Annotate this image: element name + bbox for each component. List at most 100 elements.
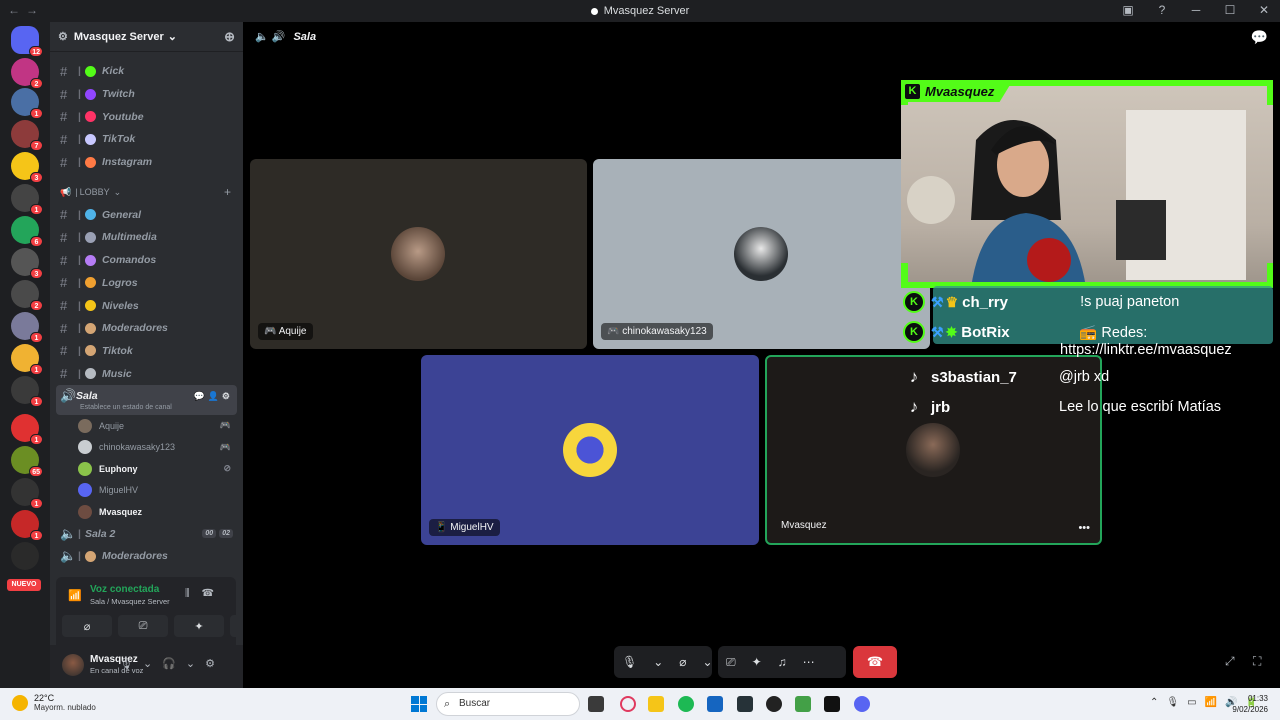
screen-share-icon[interactable]: ⎚ xyxy=(718,655,744,670)
server-icon[interactable]: 1 xyxy=(11,478,43,509)
help-icon[interactable]: ? xyxy=(1154,3,1170,17)
chat-message: ♪ jrb Lee lo que escribí Matías xyxy=(903,393,1221,421)
text-channel-niveles[interactable]: # | Niveles xyxy=(50,294,243,317)
video-tile-chinokawasaky123[interactable]: 🎮 chinokawasaky123 xyxy=(593,159,930,349)
app-icon[interactable] xyxy=(795,696,811,712)
signal-icon[interactable]: 📶 xyxy=(68,589,82,602)
server-icon[interactable]: 1 xyxy=(11,312,43,343)
video-tile-aquije[interactable]: 🎮 Aquije xyxy=(250,159,587,349)
server-icon[interactable]: 3 xyxy=(11,248,43,279)
voice-channel-sala-2[interactable]: 🔈 | Sala 2 00 02 xyxy=(50,522,243,545)
notification-badge: 1 xyxy=(30,434,43,445)
discord-icon[interactable] xyxy=(854,696,870,712)
clock[interactable]: 01:33 9/02/2026 xyxy=(1224,693,1268,715)
server-icon[interactable]: 1 xyxy=(11,344,43,375)
server-icon[interactable]: 1 xyxy=(11,88,43,119)
channel-actions[interactable]: 💬👤⚙ xyxy=(194,391,233,402)
camera-off-button[interactable]: ⌀ xyxy=(62,615,112,637)
notification-badge: 2 xyxy=(30,78,43,89)
server-icon[interactable]: 1 xyxy=(11,376,43,407)
chevron-down-icon[interactable]: ⌄ xyxy=(695,655,721,669)
activities-icon[interactable]: ✦ xyxy=(744,655,770,669)
minimize-button[interactable]: ─ xyxy=(1188,3,1204,17)
voice-connected-subtitle[interactable]: Sala / Mvasquez Server xyxy=(90,597,170,606)
opera-icon[interactable] xyxy=(620,696,636,712)
notification-badge: 7 xyxy=(30,140,43,151)
video-tile-miguelhv[interactable]: 📱 MiguelHV xyxy=(421,355,759,545)
server-icon[interactable]: 2 xyxy=(11,280,43,311)
tiktok-live-icon[interactable] xyxy=(824,696,840,712)
text-channel-logros[interactable]: # | Logros xyxy=(50,272,243,295)
server-icon[interactable] xyxy=(11,542,39,570)
screen-share-button[interactable]: ⎚ xyxy=(118,615,168,637)
server-icon[interactable]: 3 xyxy=(11,152,43,183)
user-controls[interactable]: 🎙⌄🎧⌄⚙ xyxy=(119,657,225,670)
soundboard-icon[interactable]: ♫ xyxy=(770,655,795,669)
notification-badge: 65 xyxy=(29,466,43,477)
streamer-tag: K Mvaasquez xyxy=(901,80,1013,102)
activity-controls: ⎚ ✦ ♫ ⋯ xyxy=(718,646,846,678)
text-channel-general[interactable]: # | General xyxy=(50,203,243,226)
channel-status[interactable]: Establece un estado de canal xyxy=(60,404,237,411)
text-channel-music[interactable]: # | Music xyxy=(50,362,243,385)
chat-icon[interactable]: 💬 xyxy=(1251,29,1268,46)
text-channel-kick[interactable]: # | Kick xyxy=(50,60,243,83)
app-icon[interactable] xyxy=(737,696,753,712)
server-icon[interactable]: 2 xyxy=(11,58,43,89)
close-button[interactable]: ✕ xyxy=(1256,3,1272,17)
weather-widget[interactable]: 22°C Mayorm. nublado xyxy=(12,693,96,713)
voice-user[interactable]: Euphony ⊘ xyxy=(50,458,243,480)
maximize-button[interactable]: ☐ xyxy=(1222,3,1238,17)
avatar[interactable] xyxy=(62,654,84,676)
store-icon[interactable] xyxy=(707,696,723,712)
voice-user[interactable]: Aquije 🎮 xyxy=(50,415,243,437)
hash-icon: # xyxy=(60,298,68,314)
text-channel-tiktok[interactable]: # | Tiktok xyxy=(50,340,243,363)
voice-channel-moderadores[interactable]: 🔈 | Moderadores xyxy=(50,545,243,568)
direct-messages-icon[interactable]: 12 xyxy=(11,26,43,57)
voice-user[interactable]: chinokawasaky123 🎮 xyxy=(50,436,243,458)
streamer-figure xyxy=(907,110,1246,288)
text-channel-youtube[interactable]: # | Youtube xyxy=(50,105,243,128)
channel-emoji-icon xyxy=(84,88,96,100)
category-lobby[interactable]: 📢 | LOBBY ⌄ + xyxy=(50,181,243,203)
inbox-icon[interactable]: ▣ xyxy=(1120,3,1136,17)
task-view-icon[interactable] xyxy=(588,696,604,712)
obs-icon[interactable] xyxy=(766,696,782,712)
notification-badge: 1 xyxy=(30,364,43,375)
voice-actions[interactable]: ⫼☎ xyxy=(185,588,226,599)
taskbar-search[interactable]: ⌕ Buscar xyxy=(436,692,580,716)
server-icon[interactable]: 1 xyxy=(11,184,43,215)
text-channel-comandos[interactable]: # | Comandos xyxy=(50,249,243,272)
server-header[interactable]: ⚙ Mvasquez Server ⌄ ⊕ xyxy=(50,22,243,52)
spotify-icon[interactable] xyxy=(678,696,694,712)
start-button[interactable] xyxy=(411,696,427,712)
activities-button[interactable]: ✦ xyxy=(174,615,224,637)
fullscreen-icon[interactable]: ⛶ xyxy=(1253,654,1261,669)
camera-off-icon[interactable]: ⌀ xyxy=(671,655,694,669)
server-icon[interactable]: 7 xyxy=(11,120,43,151)
microphone-icon[interactable]: 🎙 xyxy=(614,655,645,669)
chevron-down-icon[interactable]: ⌄ xyxy=(645,655,671,669)
voice-channel-sala[interactable]: 🔊 Sala 💬👤⚙ Establece un estado de canal xyxy=(56,384,237,415)
text-channel-multimedia[interactable]: # | Multimedia xyxy=(50,226,243,249)
invite-people-icon[interactable]: ⊕ xyxy=(224,29,235,45)
server-icon[interactable]: 65 xyxy=(11,446,43,477)
add-channel-icon[interactable]: + xyxy=(224,185,231,199)
disconnect-button[interactable]: ☎ xyxy=(853,646,897,678)
server-icon[interactable]: 1 xyxy=(11,414,43,445)
server-icon[interactable]: 6 xyxy=(11,216,43,247)
title-bar: ←→ Mvasquez Server ▣ ? ─ ☐ ✕ xyxy=(0,0,1280,22)
server-icon[interactable]: 1 xyxy=(11,510,43,541)
text-channel-twitch[interactable]: # | Twitch xyxy=(50,83,243,106)
file-explorer-icon[interactable] xyxy=(648,696,664,712)
text-channel-tiktok[interactable]: # | TikTok xyxy=(50,128,243,151)
popout-icon[interactable]: ⤢ xyxy=(1225,654,1235,669)
text-channel-moderadores[interactable]: # | Moderadores xyxy=(50,317,243,340)
voice-user[interactable]: Mvasquez xyxy=(50,501,243,523)
channel-list: # | Kick # | Twitch # | Youtube # | TikTok # | Instagr… xyxy=(50,52,243,572)
text-channel-instagram[interactable]: # | Instagram xyxy=(50,151,243,174)
voice-user[interactable]: MiguelHV xyxy=(50,479,243,501)
more-icon[interactable]: ⋯ xyxy=(795,655,823,669)
more-options-icon[interactable]: ••• xyxy=(1078,522,1090,534)
